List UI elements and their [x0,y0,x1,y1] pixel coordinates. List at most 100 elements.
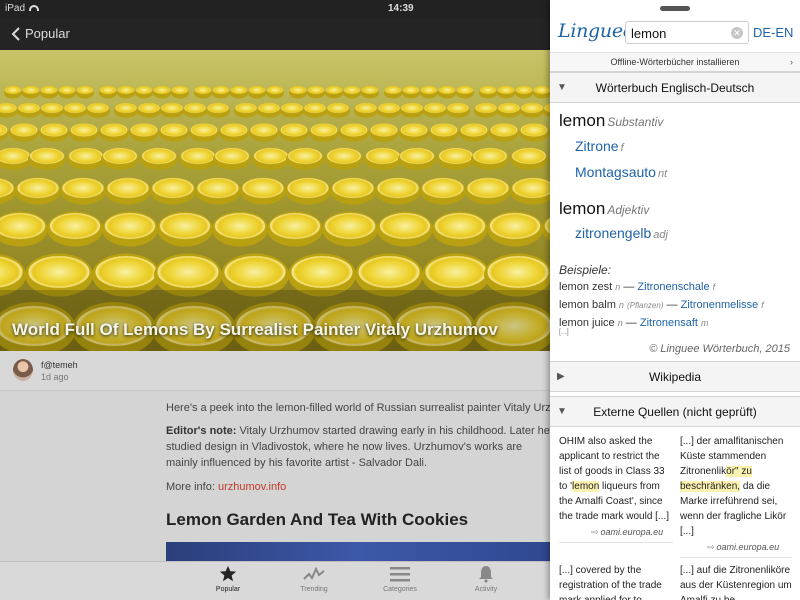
language-pair-button[interactable]: DE-EN [753,25,793,40]
external-link-icon: ⇨ [591,527,599,537]
example-row: lemon zest n — Zitronenschale f [559,281,715,293]
example-dash: — [666,299,678,311]
example-source: lemon balm [559,299,616,311]
highlighted-term: lemon [572,481,600,492]
popover-grabber[interactable] [660,6,690,11]
tab-activity[interactable]: Activity [456,565,516,593]
tab-trending[interactable]: Trending [284,565,344,593]
lemon-painting [0,50,550,351]
more-info-label: More info: [166,481,218,493]
section-title: Externe Quellen (nicht geprüft) [593,405,757,419]
offline-label: Offline-Wörterbücher installieren [610,57,740,67]
nav-bar: Popular [0,18,550,50]
example-translation[interactable]: Zitronenschale [637,281,709,293]
section-title: Wikipedia [648,370,702,384]
example-translation[interactable]: Zitronensaft [640,317,698,329]
triangle-down-icon: ▼ [557,82,567,93]
part-of-speech: Substantiv [607,115,664,129]
source-link[interactable]: ⇨ oami.europa.eu [591,527,663,538]
translation-link[interactable]: Montagsauto nt [575,164,667,180]
nav-back-button[interactable]: Popular [25,26,70,41]
example-source: lemon zest [559,281,613,293]
more-info: More info: urzhumov.info [166,479,550,495]
external-sources-list: OHIM also asked the applicant to restric… [550,427,800,600]
translation-text[interactable]: Zitrone [575,138,619,154]
example-row: lemon juice n — Zitronensaft m [559,317,709,329]
section-dictionary[interactable]: ▼ Wörterbuch Englisch-Deutsch [550,72,800,103]
clear-icon[interactable]: ✕ [731,27,743,39]
part-of-speech: Adjektiv [607,203,650,217]
source-domain[interactable]: oami.europa.eu [601,527,664,537]
grammar-tag: f [620,142,624,154]
tab-categories[interactable]: Categories [370,565,430,593]
tab-popular[interactable]: Popular [198,565,258,593]
status-time: 14:39 [388,3,414,14]
tab-label: Trending [300,586,328,593]
source-sentence-english: [...] covered by the registration of the… [559,565,662,600]
headword: lemon Adjektiv [559,199,649,219]
trending-icon [303,566,325,580]
external-link-icon: ⇨ [707,542,715,552]
wifi-icon [29,5,40,12]
post-time: 1d ago [41,372,69,382]
tab-label: Categories [383,586,417,593]
source-sentence-german: [...] der amalfitanischen Küste stammend… [680,434,792,539]
tab-label: Activity [474,586,498,593]
search-box[interactable]: ✕ [625,21,749,44]
grammar-tag: n [618,300,624,310]
grammar-tag: nt [657,168,668,180]
source-sentence-german: [...] auf die Zitronenliköre aus der Küs… [680,565,792,600]
star-icon [219,565,237,582]
headword-text: lemon [559,199,606,218]
highlighted-term: beschränken, [680,481,741,492]
headword: lemon Substantiv [559,111,663,131]
source-domain[interactable]: oami.europa.eu [717,542,780,552]
chevron-left-icon[interactable] [9,25,25,43]
example-translation[interactable]: Zitronenmelisse [681,299,759,311]
linguee-popover: Linguee ✕ DE-EN Offline-Wörterbücher ins… [550,0,800,600]
grammar-tag: n [615,282,621,292]
list-icon [390,567,410,582]
hero-title[interactable]: World Full Of Lemons By Surrealist Paint… [12,320,498,340]
editors-note-label: Editor's note: [166,425,237,437]
section-external-sources[interactable]: ▼ Externe Quellen (nicht geprüft) [550,396,800,427]
translation-text[interactable]: Montagsauto [575,164,656,180]
more-info-link[interactable]: urzhumov.info [218,481,286,493]
chevron-right-icon: › [790,57,793,67]
article-body: Here's a peek into the lemon-filled worl… [0,391,550,561]
device-label: iPad [5,3,40,14]
editors-note: Editor's note: Vitaly Urzhumov started d… [166,423,550,471]
tab-bar: Popular Trending Categories Activity [0,561,550,600]
bell-icon [479,566,493,583]
triangle-right-icon: ▶ [557,371,565,382]
device-name: iPad [5,3,26,14]
example-source: lemon juice [559,317,615,329]
grammar-tag: f [761,300,764,310]
translation-text[interactable]: zitronengelb [575,225,651,241]
example-dash: — [623,281,635,293]
more-examples-link[interactable]: [...] [559,329,569,336]
grammar-tag: f [712,282,716,292]
grammar-tag: adj [653,229,668,241]
author-name[interactable]: f@temeh [41,360,78,370]
grammar-tag: n [617,318,623,328]
translation-link[interactable]: Zitrone f [575,138,624,154]
article-paragraph: Here's a peek into the lemon-filled worl… [166,402,550,414]
highlighted-term: ör" zu [726,466,752,477]
source-link[interactable]: ⇨ oami.europa.eu [707,542,779,553]
section-wikipedia[interactable]: ▶ Wikipedia [550,361,800,392]
divider [559,542,673,543]
author-row[interactable]: f@temeh 1d ago [0,351,550,391]
grammar-tag: m [701,318,709,328]
examples-label: Beispiele: [559,263,612,277]
search-input[interactable] [631,25,727,41]
section-title: Wörterbuch Englisch-Deutsch [595,81,755,95]
offline-dictionaries-row[interactable]: Offline-Wörterbücher installieren › [550,52,800,72]
article-image[interactable] [166,542,550,561]
example-row: lemon balm n (Pflanzen) — Zitronenmeliss… [559,299,764,311]
hero-image[interactable]: World Full Of Lemons By Surrealist Paint… [0,50,550,351]
linguee-logo: Linguee [558,20,634,42]
tab-label: Popular [215,586,241,593]
translation-link[interactable]: zitronengelb adj [575,225,668,241]
avatar[interactable] [13,359,33,381]
